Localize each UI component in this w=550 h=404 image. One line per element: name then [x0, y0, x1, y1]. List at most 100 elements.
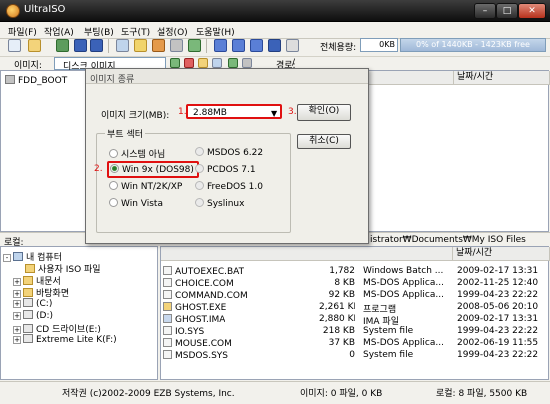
image-size-value: 2.88MB [193, 108, 227, 118]
options-icon[interactable] [214, 39, 227, 52]
tree-item-usb-drive[interactable]: + Extreme Lite K(F:) [13, 334, 117, 345]
open-icon[interactable] [28, 39, 41, 52]
status-copyright: 저작권 (c)2002-2009 EZB Systems, Inc. [62, 389, 235, 399]
image-size-label: 이미지 크기(MB): [101, 111, 170, 121]
radio-button-icon [109, 149, 118, 158]
file-row[interactable]: CHOICE.COM 8 KB MS-DOS Applica... 2002-1… [161, 278, 549, 289]
cancel-button[interactable]: 취소(C) [297, 134, 351, 149]
tree-item-drive-d[interactable]: + (D:) [13, 310, 53, 321]
column-date[interactable]: 날짜/시간 [454, 71, 550, 85]
radio-syslinux[interactable]: Syslinux [195, 198, 244, 209]
radio-button-icon [195, 181, 204, 190]
add-icon[interactable] [170, 58, 180, 68]
menu-file[interactable]: 파일(F) [8, 25, 37, 38]
folder-icon[interactable] [198, 58, 208, 68]
minimize-button[interactable]: – [474, 3, 496, 19]
properties-icon[interactable] [212, 58, 222, 68]
exe-file-icon [163, 302, 172, 311]
status-bar: 저작권 (c)2002-2009 EZB Systems, Inc. 이미지: … [0, 381, 550, 404]
info-icon[interactable] [232, 39, 245, 52]
expand-icon[interactable]: + [13, 278, 21, 286]
image-file-icon [163, 314, 172, 323]
computer-icon [13, 252, 23, 261]
menu-boot[interactable]: 부팅(B) [84, 25, 114, 38]
drive-icon [23, 298, 33, 307]
exit-icon[interactable] [286, 39, 299, 52]
user-icon[interactable] [116, 39, 129, 52]
dialog-title-bar: 이미지 종류 [86, 69, 368, 85]
copy-icon[interactable] [134, 39, 147, 52]
disc-icon [5, 75, 15, 84]
radio-button-icon [195, 147, 204, 156]
close-button[interactable]: ✕ [518, 3, 546, 19]
burn-icon[interactable] [152, 39, 165, 52]
status-local-info: 로컬: 8 파일, 5500 KB [436, 389, 528, 399]
capacity-bar: 0% of 1440KB - 1423KB free [400, 38, 546, 52]
menu-action[interactable]: 작업(A) [44, 25, 74, 38]
file-row[interactable]: MSDOS.SYS 0 System file 1999-04-23 22:22 [161, 350, 549, 361]
file-row[interactable]: COMMAND.COM 92 KB MS-DOS Applica... 1999… [161, 290, 549, 301]
expand-icon[interactable]: + [13, 300, 21, 308]
expand-icon[interactable]: + [13, 326, 21, 334]
cd-drive-icon [23, 324, 33, 333]
tree-item-drive-c[interactable]: + (C:) [13, 298, 52, 309]
collapse-icon[interactable]: - [3, 254, 11, 262]
extract-icon[interactable] [56, 39, 69, 52]
boot-sector-group: 부트 섹터 시스템 아님 MSDOS 6.22 2. Win 9x (DOS98… [94, 127, 291, 233]
mount-icon[interactable] [188, 39, 201, 52]
app-icon [6, 4, 20, 18]
menu-bar: 파일(F) 작업(A) 부팅(B) 도구(T) 설정(O) 도움말(H) [0, 22, 550, 39]
radio-winvista[interactable]: Win Vista [109, 198, 163, 209]
usb-drive-icon [23, 334, 33, 343]
step-2-marker: 2. [94, 164, 103, 174]
local-path: istrator₩Documents₩My ISO Files [370, 235, 526, 245]
radio-button-icon [195, 164, 204, 173]
menu-tools[interactable]: 도구(T) [121, 25, 150, 38]
file-row[interactable]: GHOST.EXE 2,261 KB 프로그램 2008-05-06 20:10 [161, 302, 549, 315]
radio-pcdos71[interactable]: PCDOS 7.1 [195, 164, 256, 175]
image-type-dialog: 이미지 종류 이미지 크기(MB): 1. 2.88MB ▼ 3. 확인(O) … [85, 68, 369, 244]
drive-icon [23, 310, 33, 319]
save-as-icon[interactable] [90, 39, 103, 52]
local-file-panel: 날짜/시간 AUTOEXEC.BAT 1,782 Windows Batch .… [160, 246, 550, 380]
file-row[interactable]: GHOST.IMA 2,880 KB IMA 파일 2009-02-17 13:… [161, 314, 549, 327]
radio-winnt[interactable]: Win NT/2K/XP [109, 181, 182, 192]
settings-icon[interactable] [228, 58, 238, 68]
register-icon[interactable] [268, 39, 281, 52]
local-tree-panel: -내 컴퓨터 사용자 ISO 파일 + 내문서 + 바탕화면 + (C:) + (D:)… [0, 246, 158, 380]
menu-help[interactable]: 도움말(H) [196, 25, 235, 38]
toolbar-separator [206, 39, 207, 53]
path-value: / [292, 58, 296, 68]
title-bar: UltraISO – □ ✕ [0, 0, 550, 22]
radio-no-system[interactable]: 시스템 아님 [109, 147, 165, 160]
file-row[interactable]: MOUSE.COM 37 KB MS-DOS Applica... 2002-0… [161, 338, 549, 349]
folder-icon [25, 264, 35, 273]
maximize-button[interactable]: □ [496, 3, 518, 19]
file-row[interactable]: AUTOEXEC.BAT 1,782 Windows Batch ... 200… [161, 266, 549, 277]
image-size-select[interactable]: 2.88MB ▼ [186, 104, 282, 119]
radio-msdos622[interactable]: MSDOS 6.22 [195, 147, 263, 158]
delete-icon[interactable] [184, 58, 194, 68]
image-root-item[interactable]: FDD_BOOT [5, 75, 67, 86]
expand-icon[interactable]: + [13, 312, 21, 320]
column-file-info[interactable] [161, 247, 453, 261]
radio-freedos[interactable]: FreeDOS 1.0 [195, 181, 263, 192]
ok-button[interactable]: 확인(O) [297, 104, 351, 121]
view-icon[interactable] [242, 58, 252, 68]
dialog-title: 이미지 종류 [90, 75, 135, 85]
help-icon[interactable] [250, 39, 263, 52]
system-file-icon [163, 350, 172, 359]
column-date[interactable]: 날짜/시간 [453, 247, 550, 261]
save-icon[interactable] [74, 39, 87, 52]
file-row[interactable]: IO.SYS 218 KB System file 1999-04-23 22:… [161, 326, 549, 337]
app-title: UltraISO [24, 4, 66, 15]
disc-icon[interactable] [170, 39, 183, 52]
expand-icon[interactable]: + [13, 290, 21, 298]
capacity-label: 전체용량: [320, 43, 357, 53]
radio-button-icon [110, 164, 119, 173]
new-icon[interactable] [8, 39, 21, 52]
radio-win9x[interactable]: Win 9x (DOS98) [107, 161, 199, 178]
expand-icon[interactable]: + [13, 336, 21, 344]
toolbar-separator [108, 39, 109, 53]
menu-settings[interactable]: 설정(O) [157, 25, 188, 38]
